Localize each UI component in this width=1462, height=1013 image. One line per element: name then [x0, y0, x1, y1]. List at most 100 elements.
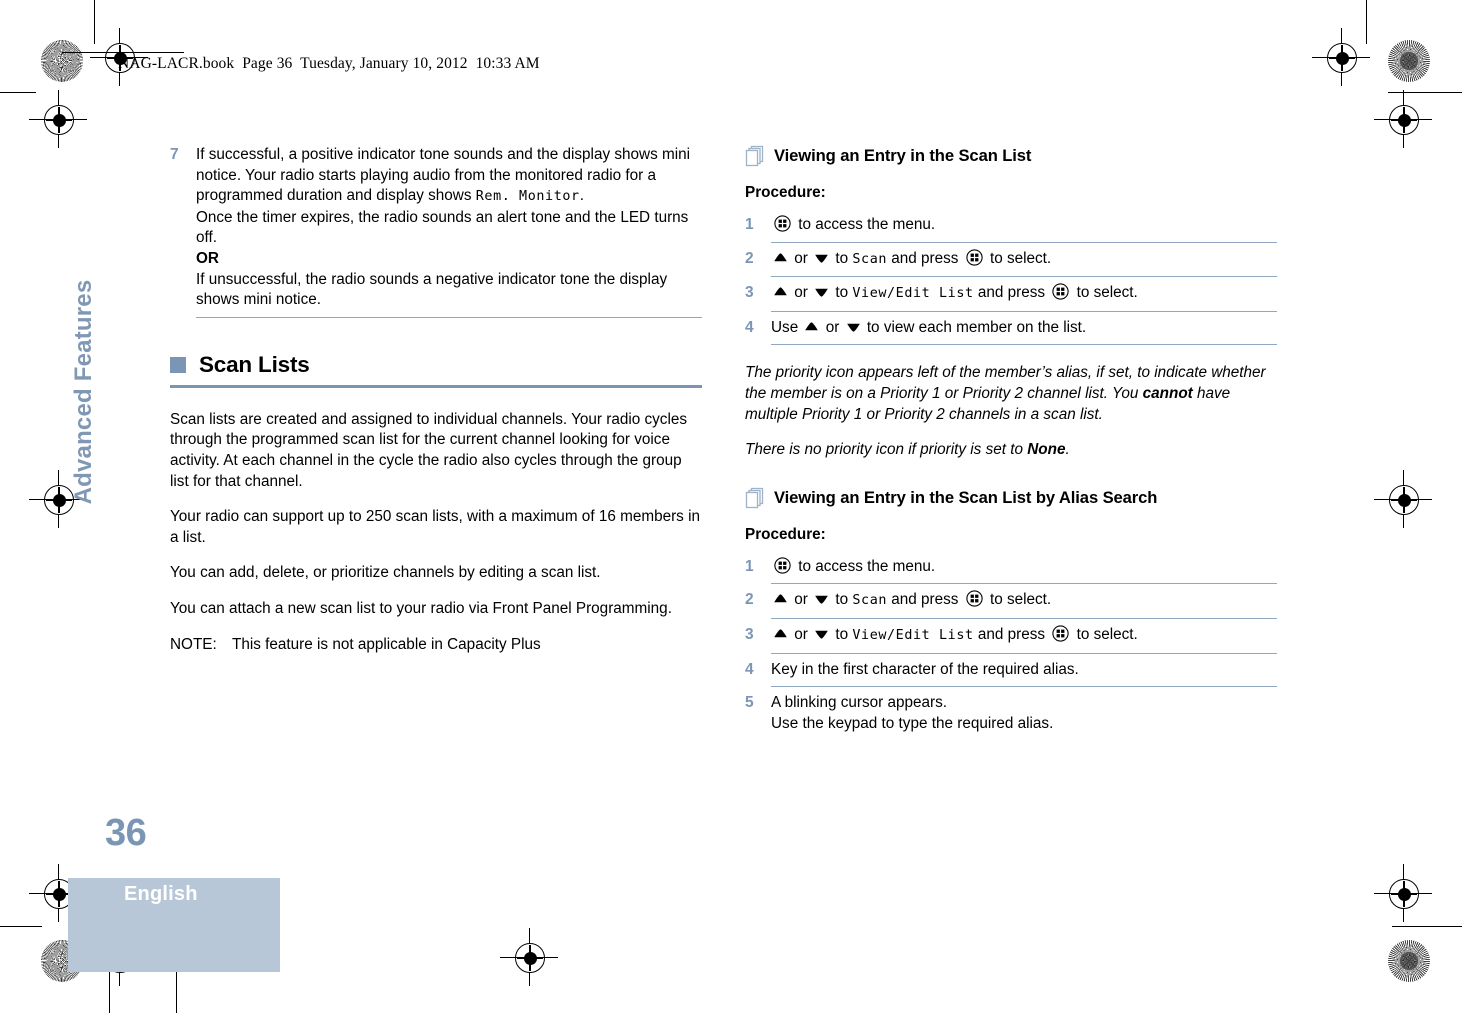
step-text-or: or	[794, 591, 808, 609]
section-heading-alias-search: Viewing an Entry in the Scan List by Ali…	[745, 487, 1277, 509]
step-body: Key in the first character of the requir…	[771, 660, 1079, 678]
step-text-part-1: If successful, a positive indicator tone…	[196, 146, 691, 205]
step-number: 4	[745, 660, 754, 678]
section1-step-1: 1 to access the menu.	[745, 215, 1277, 236]
step-body: or to View/Edit List and press to select…	[771, 283, 1277, 305]
section1-step-4: 4 Use or to view each member on the list…	[745, 318, 1277, 339]
step-number: 3	[745, 284, 754, 302]
up-arrow-icon	[774, 287, 787, 296]
step-text-press: and press	[977, 284, 1046, 302]
note-label: NOTE:	[170, 635, 217, 653]
step-separator	[771, 276, 1277, 278]
slug-rule	[62, 52, 184, 53]
crop-line	[94, 0, 95, 44]
note-emphasis-none: None	[1027, 441, 1066, 459]
step-number: 4	[745, 318, 754, 336]
step-number: 2	[745, 591, 754, 609]
step-separator	[771, 241, 1277, 243]
section2-step-5: 5 A blinking cursor appears. Use the key…	[745, 693, 1277, 734]
step-text-press: and press	[977, 625, 1046, 643]
procedure-label: Procedure:	[745, 525, 826, 543]
step-text-to: to	[835, 284, 849, 302]
step-separator	[771, 344, 1277, 346]
step-number: 5	[745, 694, 754, 712]
step-number: 1	[745, 557, 754, 575]
note-text-part-1: There is no priority icon if priority is…	[745, 441, 1028, 459]
step-body: or to Scan and press to select.	[771, 248, 1277, 271]
menu-button-icon	[774, 215, 791, 232]
down-arrow-icon	[815, 630, 828, 639]
rosette-mark-bottom-right	[1388, 940, 1430, 982]
crop-line	[1366, 0, 1367, 44]
registration-cross-bottom-center	[500, 928, 558, 986]
down-arrow-icon	[815, 596, 828, 604]
section-title: Viewing an Entry in the Scan List	[774, 146, 1032, 165]
priority-icon-note: The priority icon appears left of the me…	[745, 363, 1277, 425]
section2-step-1: 1 to access the menu.	[745, 557, 1277, 578]
down-arrow-icon	[846, 323, 860, 332]
menu-button-icon	[966, 590, 983, 607]
registration-cross-top-right-inner	[1312, 28, 1370, 86]
step-separator	[771, 310, 1277, 312]
crop-line	[1392, 926, 1462, 927]
step-body: to access the menu.	[771, 215, 1277, 236]
step-separator	[771, 652, 1277, 654]
step-separator	[771, 686, 1277, 688]
chapter-paragraph: You can attach a new scan list to your r…	[170, 599, 672, 617]
step-text-part-3: If unsuccessful, the radio sounds a nega…	[196, 270, 668, 309]
step-text-or: or	[794, 284, 808, 302]
step-body: Use or to view each member on the list.	[771, 318, 1277, 339]
down-arrow-icon	[815, 254, 828, 263]
chapter-heading-scan-lists: Scan Lists	[170, 352, 702, 378]
step-text-or: or	[794, 249, 808, 267]
note-emphasis-cannot: cannot	[1142, 384, 1193, 402]
step-text-to: to	[835, 591, 849, 609]
registration-cross-right-middle	[1374, 470, 1432, 528]
lcd-display-text: Rem. Monitor	[475, 189, 580, 205]
step-body: A blinking cursor appears. Use the keypa…	[771, 693, 1277, 734]
section2-step-3: 3 or to View/Edit List and press to sele…	[745, 625, 1277, 647]
note-block: NOTE: This feature is not applicable in …	[170, 635, 702, 656]
crop-line	[1388, 92, 1462, 93]
down-arrow-icon	[815, 288, 828, 297]
step-number: 2	[745, 249, 754, 267]
chapter-rule	[170, 384, 702, 388]
step-text-to: to	[835, 249, 849, 267]
menu-item-label: View/Edit List	[852, 627, 974, 643]
section1-step-2: 2 or to Scan and press to select.	[745, 248, 1277, 271]
step-text-to: to	[835, 625, 849, 643]
chapter-title: Scan Lists	[199, 351, 310, 377]
step-number: 7	[170, 146, 179, 163]
up-arrow-icon	[774, 629, 787, 638]
step-number: 3	[745, 625, 754, 643]
crop-line	[0, 926, 42, 927]
up-arrow-icon	[774, 252, 787, 261]
note-text-part-2: .	[1065, 441, 1070, 459]
registration-cross-left-upper	[29, 90, 87, 148]
step-text-line-1: A blinking cursor appears.	[771, 694, 948, 712]
no-priority-icon-note: There is no priority icon if priority is…	[745, 440, 1277, 461]
rosette-mark-top-right	[1388, 40, 1430, 82]
step-number: 1	[745, 216, 754, 233]
chapter-bullet-icon	[170, 356, 186, 373]
registration-cross-right-upper	[1374, 90, 1432, 148]
menu-button-icon	[966, 248, 983, 266]
section-heading-view-entry: Viewing an Entry in the Scan List	[745, 145, 1277, 167]
step-separator	[771, 583, 1277, 585]
step-text-press: and press	[891, 591, 959, 609]
step-text-period: .	[579, 187, 584, 205]
step-body: or to View/Edit List and press to select…	[771, 625, 1277, 647]
step-body: If successful, a positive indicator tone…	[196, 145, 702, 311]
step-separator	[196, 316, 702, 318]
stacked-pages-icon	[745, 145, 764, 167]
language-label: English	[124, 883, 198, 905]
step-text-end: to select.	[1076, 625, 1138, 643]
up-arrow-icon	[805, 322, 819, 331]
step-text-line-2: Use the keypad to type the required alia…	[771, 714, 1054, 732]
step-body: or to Scan and press to select.	[771, 590, 1277, 612]
chapter-side-tab: Advanced Features	[70, 279, 97, 505]
step-separator	[771, 617, 1277, 619]
step-text: to access the menu.	[798, 557, 936, 575]
step-text-or: or	[794, 625, 808, 643]
step-text-end: to select.	[989, 249, 1052, 267]
